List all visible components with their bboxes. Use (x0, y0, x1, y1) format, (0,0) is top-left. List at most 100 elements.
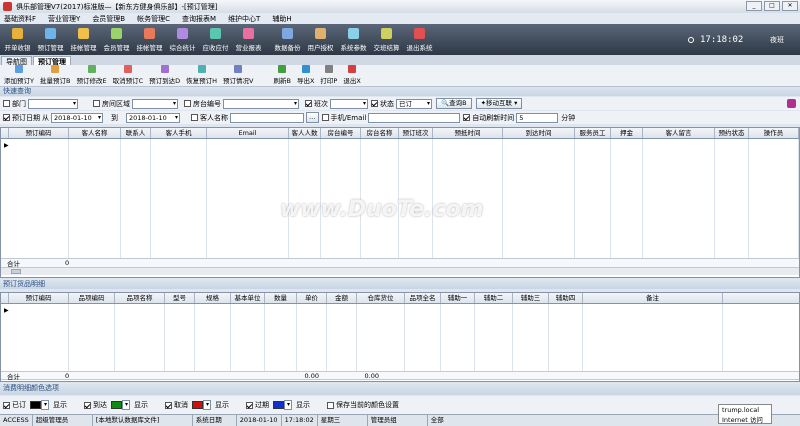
reservation-action-6[interactable]: 预订情况V (223, 65, 253, 86)
shift-checkbox[interactable] (305, 100, 312, 107)
toolbar-button-5[interactable]: 综合统计 (166, 25, 199, 55)
color-dropdown[interactable] (122, 400, 130, 410)
tab-reservation[interactable]: 预订管理 (33, 56, 71, 66)
color-dropdown[interactable] (284, 400, 292, 410)
menu-help[interactable]: 辅助H (272, 14, 291, 24)
toolbar-button-4[interactable]: 挂帐管理 (133, 25, 166, 55)
column-header[interactable]: 房台编号 (321, 128, 361, 138)
column-header[interactable]: 品项名称 (115, 293, 165, 303)
minimize-button[interactable]: _ (746, 1, 762, 11)
toolbar-button-8[interactable]: 数据备份 (271, 25, 304, 55)
toolbar-button-0[interactable]: 开单收银 (1, 25, 34, 55)
column-header[interactable]: 数量 (265, 293, 297, 303)
column-header[interactable]: 辅助一 (441, 293, 475, 303)
status-checkbox[interactable] (371, 100, 378, 107)
legend-checkbox-2[interactable] (165, 401, 172, 409)
toolbar-button-12[interactable]: 退出系统 (403, 25, 436, 55)
book-icon[interactable] (787, 99, 796, 108)
reservation-action-10[interactable]: 退出X (343, 65, 361, 86)
detail-grid-body[interactable]: ▶ (1, 304, 799, 371)
column-header[interactable]: 客人名称 (69, 128, 121, 138)
close-button[interactable]: ✕ (782, 1, 798, 11)
reservation-action-5[interactable]: 恢复预订H (186, 65, 217, 86)
reservation-action-8[interactable]: 导出X (297, 65, 314, 86)
column-header[interactable]: 服务员工 (575, 128, 611, 138)
query-button[interactable]: 🔍查询B (436, 98, 472, 109)
column-header[interactable]: 辅助二 (475, 293, 513, 303)
menu-maintenance[interactable]: 维护中心T (228, 14, 260, 24)
status-select[interactable]: 已订 (396, 98, 432, 109)
room-no-select[interactable] (223, 98, 299, 109)
column-header[interactable]: 型号 (165, 293, 195, 303)
auto-refresh-checkbox[interactable] (463, 114, 471, 121)
toolbar-button-3[interactable]: 会员管理 (100, 25, 133, 55)
detail-grid[interactable]: 预订编码 品项编码 品项名称 型号 规格 基本单位 数量 单价 金额 仓库货位 品项全名 辅助一 辅助二… (0, 292, 800, 382)
toolbar-button-1[interactable]: 预订管理 (34, 25, 67, 55)
reservation-action-2[interactable]: 预订修改E (76, 65, 107, 86)
phone-input[interactable] (368, 112, 461, 123)
menu-reports[interactable]: 查询报表M (182, 14, 216, 24)
menu-business[interactable]: 营业管理Y (48, 14, 80, 24)
column-header[interactable]: 品项全名 (405, 293, 441, 303)
legend-checkbox-3[interactable] (246, 401, 253, 409)
column-header[interactable]: 客人留言 (643, 128, 715, 138)
column-header[interactable]: 金额 (327, 293, 357, 303)
column-header[interactable]: 备注 (583, 293, 723, 303)
reservation-action-0[interactable]: 添加预订Y (4, 65, 34, 86)
toolbar-button-7[interactable]: 营业报表 (232, 25, 265, 55)
save-colors-label[interactable]: 保存当前的颜色设置 (336, 400, 399, 410)
legend-checkbox-1[interactable] (84, 401, 91, 409)
date-checkbox[interactable] (3, 114, 10, 121)
menu-accounts[interactable]: 帐务管理C (137, 14, 170, 24)
customer-picker-button[interactable]: … (306, 112, 319, 123)
toolbar-button-11[interactable]: 交班结算 (370, 25, 403, 55)
toolbar-button-2[interactable]: 挂帐管理 (67, 25, 100, 55)
column-header[interactable]: 规格 (195, 293, 231, 303)
area-checkbox[interactable] (93, 100, 100, 107)
mobile-button[interactable]: ✦移动互联 ▾ (475, 98, 523, 109)
column-header[interactable]: 房台名称 (361, 128, 399, 138)
phone-checkbox[interactable] (321, 114, 329, 121)
column-header[interactable]: Email (207, 128, 289, 138)
dept-checkbox[interactable] (3, 100, 10, 107)
customer-input[interactable] (230, 112, 304, 123)
column-header[interactable]: 预约状态 (715, 128, 749, 138)
column-header[interactable]: 辅助四 (549, 293, 583, 303)
column-header[interactable]: 客人手机 (151, 128, 207, 138)
color-dropdown[interactable] (41, 400, 49, 410)
from-date-input[interactable]: 2018-01-10 (51, 112, 103, 123)
color-dropdown[interactable] (203, 400, 211, 410)
customer-checkbox[interactable] (191, 114, 198, 121)
column-header[interactable]: 押金 (611, 128, 643, 138)
dept-select[interactable] (28, 98, 78, 109)
menu-member[interactable]: 会员管理B (92, 14, 125, 24)
color-swatch[interactable] (111, 401, 122, 409)
column-header[interactable]: 预订编码 (9, 293, 69, 303)
column-header[interactable]: 预订编码 (9, 128, 69, 138)
column-header[interactable]: 基本单位 (231, 293, 265, 303)
column-header[interactable]: 辅助三 (513, 293, 549, 303)
room-no-checkbox[interactable] (184, 100, 191, 107)
reservation-action-4[interactable]: 预订到达D (149, 65, 180, 86)
column-header[interactable]: 客人人数 (289, 128, 321, 138)
legend-checkbox-0[interactable] (3, 401, 10, 409)
toolbar-button-9[interactable]: 用户授权 (304, 25, 337, 55)
column-header[interactable]: 预订班次 (399, 128, 433, 138)
refresh-interval-input[interactable]: 5 (516, 112, 559, 123)
to-date-input[interactable]: 2018-01-10 (126, 112, 180, 123)
reservation-hscrollbar[interactable] (1, 267, 799, 275)
column-header[interactable]: 联系人 (121, 128, 151, 138)
column-header[interactable]: 预抵时间 (433, 128, 503, 138)
reservation-action-3[interactable]: 取消预订C (113, 65, 143, 86)
color-swatch[interactable] (192, 401, 203, 409)
color-swatch[interactable] (30, 401, 41, 409)
shift-select[interactable] (330, 98, 368, 109)
column-header[interactable]: 仓库货位 (357, 293, 405, 303)
tab-navigation[interactable]: 导航图 (1, 56, 32, 66)
area-select[interactable] (132, 98, 178, 109)
column-header[interactable]: 操作员 (749, 128, 799, 138)
reservation-action-7[interactable]: 刷新B (273, 65, 291, 86)
menu-basic-data[interactable]: 基础资料F (4, 14, 36, 24)
reservation-action-1[interactable]: 批量预订B (40, 65, 70, 86)
column-header[interactable]: 到达时间 (503, 128, 575, 138)
